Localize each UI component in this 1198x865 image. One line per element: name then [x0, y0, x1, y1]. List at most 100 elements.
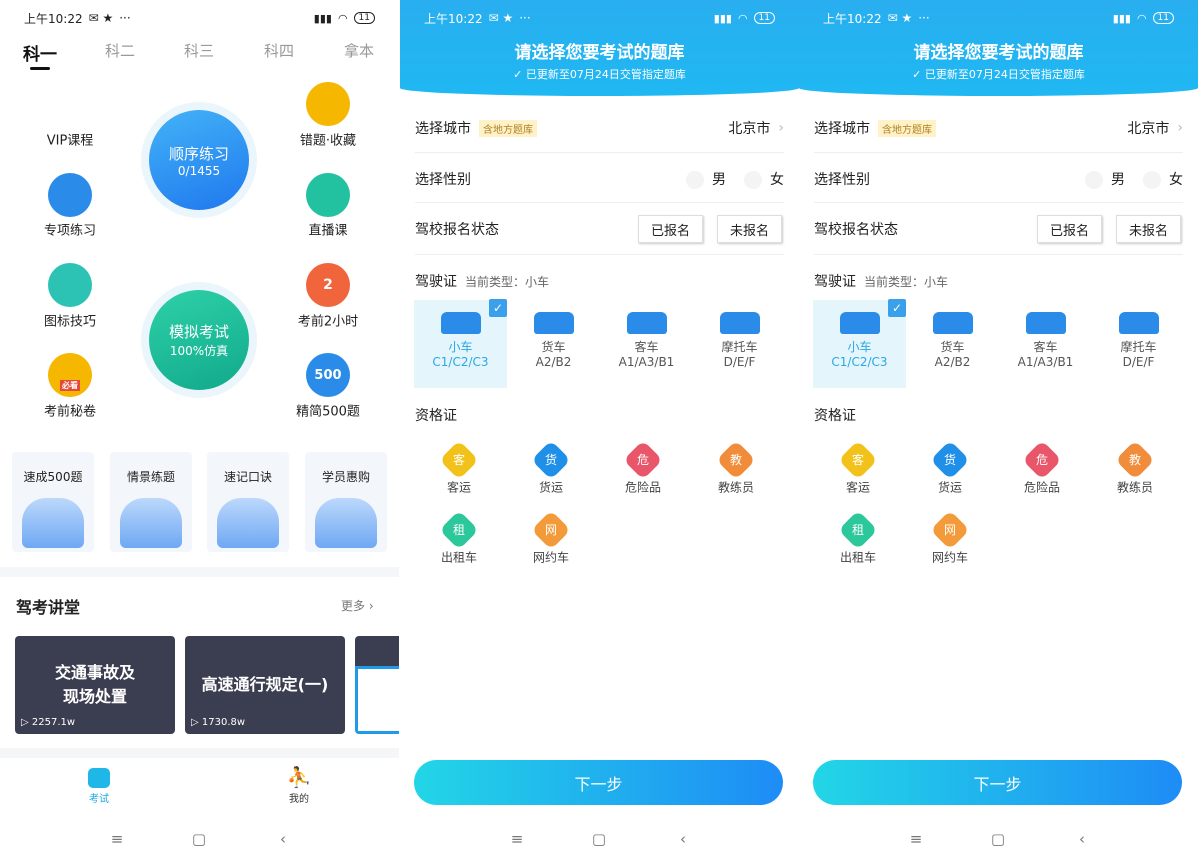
tab-3[interactable]: 科四 — [264, 40, 294, 61]
clock-icon[interactable]: 2 — [306, 263, 350, 307]
check-circle-icon: ✓ — [912, 68, 925, 81]
license-type-option[interactable]: 摩托车 D/E/F — [693, 300, 786, 388]
vehicle-icon — [1118, 312, 1159, 334]
paper-icon[interactable]: 必看 — [48, 353, 92, 397]
cert-icon[interactable]: 危 — [623, 440, 663, 480]
cert-icon[interactable]: 客 — [838, 440, 878, 480]
menu-icon[interactable]: ≡ — [910, 830, 923, 848]
license-heading: 驾驶证 当前类型：小车 — [415, 274, 550, 290]
back-icon[interactable]: ‹ — [680, 830, 686, 848]
feature-label[interactable]: VIP课程 — [47, 130, 94, 149]
tab-label: 我的 — [289, 794, 309, 805]
select-bank-screen: 上午10:22 ✉ ★ ··· ▮▮▮ ◠ 11 请选择您要考试的题库 ✓ 已更新至07… — [400, 0, 799, 865]
mock-sub: 100%仿真 — [169, 344, 229, 358]
license-type-option[interactable]: 货车 A2/B2 — [507, 300, 600, 388]
cert-label[interactable]: 出租车 — [441, 549, 477, 566]
feature-label[interactable]: 图标技巧 — [44, 311, 96, 330]
more-icon: ··· — [519, 11, 531, 25]
feature-label[interactable]: 错题·收藏 — [300, 130, 356, 149]
cert-label[interactable]: 教练员 — [718, 479, 754, 496]
feature-label[interactable]: 专项练习 — [44, 220, 96, 239]
promo-card[interactable]: 速成500题 — [12, 452, 94, 552]
menu-icon[interactable]: ≡ — [511, 830, 524, 848]
enrolled-button[interactable]: 已报名 — [638, 215, 703, 243]
video-card[interactable] — [355, 636, 399, 734]
cert-icon[interactable]: 网 — [531, 510, 571, 550]
camera-icon[interactable] — [306, 173, 350, 217]
cert-label[interactable]: 教练员 — [1117, 479, 1153, 496]
back-icon[interactable]: ‹ — [280, 830, 286, 848]
tab-indicator — [30, 67, 50, 70]
target-icon[interactable] — [48, 173, 92, 217]
next-button[interactable]: 下一步 — [813, 760, 1182, 805]
home-icon[interactable]: ▢ — [592, 830, 606, 848]
menu-icon[interactable]: ≡ — [111, 830, 124, 848]
cert-icon[interactable]: 租 — [439, 510, 479, 550]
mock-exam-button[interactable]: 模拟考试 100%仿真 — [149, 290, 249, 390]
cert-label[interactable]: 出租车 — [840, 549, 876, 566]
cert-icon[interactable]: 货 — [930, 440, 970, 480]
tab-1[interactable]: 科二 — [105, 40, 135, 61]
home-icon[interactable]: ▢ — [991, 830, 1005, 848]
gender-female-radio[interactable]: 女 — [1143, 169, 1183, 189]
promo-card[interactable]: 情景练题 — [110, 452, 192, 552]
more-link[interactable]: 更多 › — [341, 597, 374, 614]
not-enrolled-button[interactable]: 未报名 — [1116, 215, 1181, 243]
grid-icon[interactable] — [48, 263, 92, 307]
check-icon: ✓ — [888, 299, 906, 317]
cert-icon[interactable]: 危 — [1022, 440, 1062, 480]
gender-female-radio[interactable]: 女 — [744, 169, 784, 189]
cert-icon[interactable]: 货 — [531, 440, 571, 480]
cert-label[interactable]: 货运 — [938, 479, 962, 496]
cert-icon[interactable]: 网 — [930, 510, 970, 550]
vehicle-icon — [440, 312, 481, 334]
bottom-tab-mine[interactable]: ⛹ 我的 — [279, 766, 319, 805]
sequential-practice-button[interactable]: 顺序练习 0/1455 — [149, 110, 249, 210]
bottom-tab-exam[interactable]: 考试 — [79, 768, 119, 805]
chevron-right-icon: › — [1177, 120, 1183, 136]
city-row[interactable]: 选择城市 含地方题库 北京市 › — [415, 117, 784, 139]
license-type-option[interactable]: 货车 A2/B2 — [906, 300, 999, 388]
license-type-option[interactable]: ✓ 小车 C1/C2/C3 — [813, 299, 906, 388]
folder-icon[interactable] — [306, 82, 350, 126]
gender-male-radio[interactable]: 男 — [686, 169, 726, 189]
page-subtitle: 已更新至07月24日交管指定题库 — [924, 68, 1085, 81]
home-icon[interactable]: ▢ — [192, 830, 206, 848]
500-icon[interactable]: 500 — [306, 353, 350, 397]
cert-label[interactable]: 危险品 — [625, 479, 661, 496]
cert-icon[interactable]: 教 — [716, 440, 756, 480]
feature-label[interactable]: 考前秘卷 — [44, 401, 96, 420]
promo-card[interactable]: 速记口诀 — [207, 452, 289, 552]
license-type-option[interactable]: 客车 A1/A3/B1 — [999, 300, 1092, 388]
license-type-option[interactable]: 摩托车 D/E/F — [1092, 300, 1185, 388]
tab-4[interactable]: 拿本 — [344, 40, 374, 61]
license-type-option[interactable]: ✓ 小车 C1/C2/C3 — [414, 299, 507, 388]
feature-label[interactable]: 直播课 — [308, 220, 347, 239]
not-enrolled-button[interactable]: 未报名 — [717, 215, 782, 243]
back-icon[interactable]: ‹ — [1079, 830, 1085, 848]
tab-2[interactable]: 科三 — [184, 40, 214, 61]
license-type-option[interactable]: 客车 A1/A3/B1 — [600, 300, 693, 388]
cert-label[interactable]: 危险品 — [1024, 479, 1060, 496]
cert-label[interactable]: 货运 — [539, 479, 563, 496]
enrolled-button[interactable]: 已报名 — [1037, 215, 1102, 243]
feature-label[interactable]: 考前2小时 — [298, 311, 358, 330]
cert-icon[interactable]: 教 — [1115, 440, 1155, 480]
cert-label[interactable]: 客运 — [846, 479, 870, 496]
cert-icon[interactable]: 客 — [439, 440, 479, 480]
promo-card[interactable]: 学员惠购 — [305, 452, 387, 552]
cert-label[interactable]: 网约车 — [533, 549, 569, 566]
next-button[interactable]: 下一步 — [414, 760, 783, 805]
cert-label[interactable]: 客运 — [447, 479, 471, 496]
video-views: ▷ 1730.8w — [191, 717, 246, 728]
tab-0[interactable]: 科一 — [23, 40, 57, 65]
cert-label[interactable]: 网约车 — [932, 549, 968, 566]
row-label: 选择性别 — [814, 172, 870, 188]
video-card[interactable]: 高速通行规定(一) ▷ 1730.8w — [185, 636, 345, 734]
video-card[interactable]: 交通事故及 现场处置 ▷ 2257.1w — [15, 636, 175, 734]
city-row[interactable]: 选择城市 含地方题库 北京市 › — [814, 117, 1183, 139]
select-bank-screen: 上午10:22 ✉ ★ ··· ▮▮▮ ◠ 11 请选择您要考试的题库 ✓ 已更新至07… — [799, 0, 1198, 865]
gender-male-radio[interactable]: 男 — [1085, 169, 1125, 189]
feature-label[interactable]: 精简500题 — [296, 401, 360, 420]
cert-icon[interactable]: 租 — [838, 510, 878, 550]
